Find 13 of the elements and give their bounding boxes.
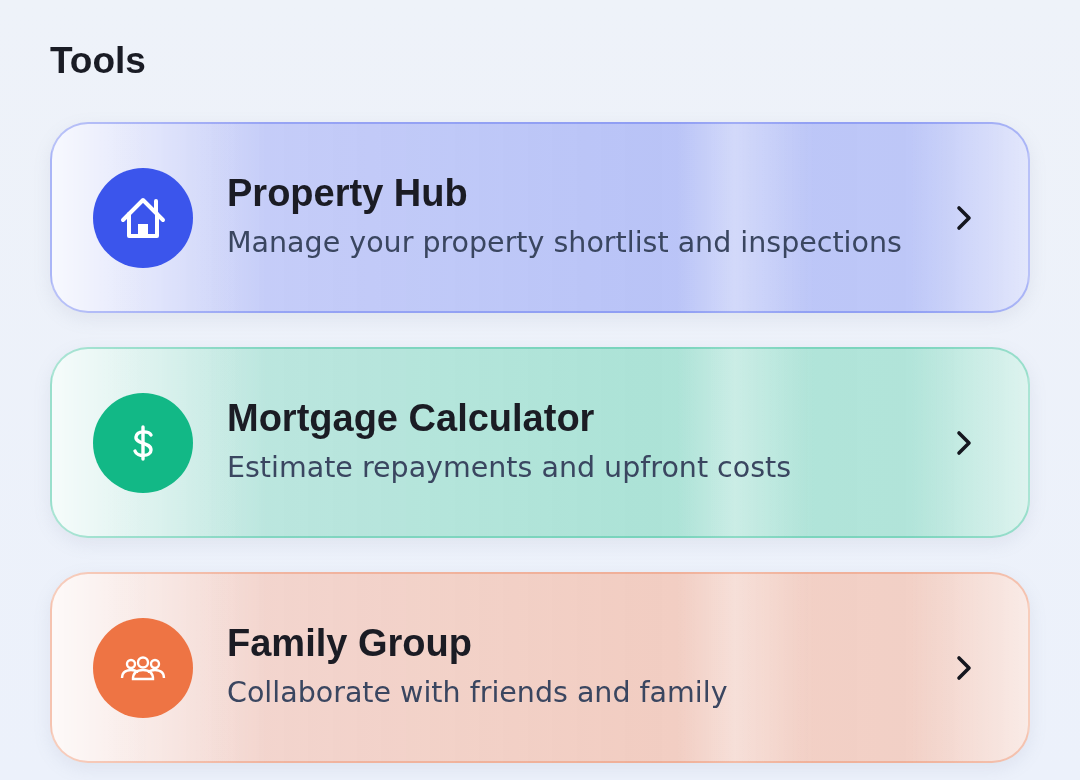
tool-card[interactable]: Mortgage Calculator Estimate repayments and upfront costs — [50, 347, 1030, 538]
chevron-right-icon — [956, 429, 972, 456]
tool-title: Mortgage Calculator — [227, 395, 596, 440]
tool-card[interactable]: Property Hub Manage your property shortlist and inspections — [50, 122, 1030, 313]
tool-description: Manage your property shortlist and inspections — [227, 224, 903, 261]
tool-title: Property Hub — [227, 170, 469, 215]
chevron-right-icon — [956, 654, 972, 681]
tool-description: Estimate repayments and upfront costs — [227, 449, 793, 486]
tool-title: Family Group — [227, 620, 473, 665]
tool-card[interactable]: Family Group Collaborate with friends and family — [50, 572, 1030, 763]
chevron-right-icon — [956, 204, 972, 231]
tool-description: Collaborate with friends and family — [227, 674, 729, 711]
section-title: Tools — [50, 40, 147, 82]
